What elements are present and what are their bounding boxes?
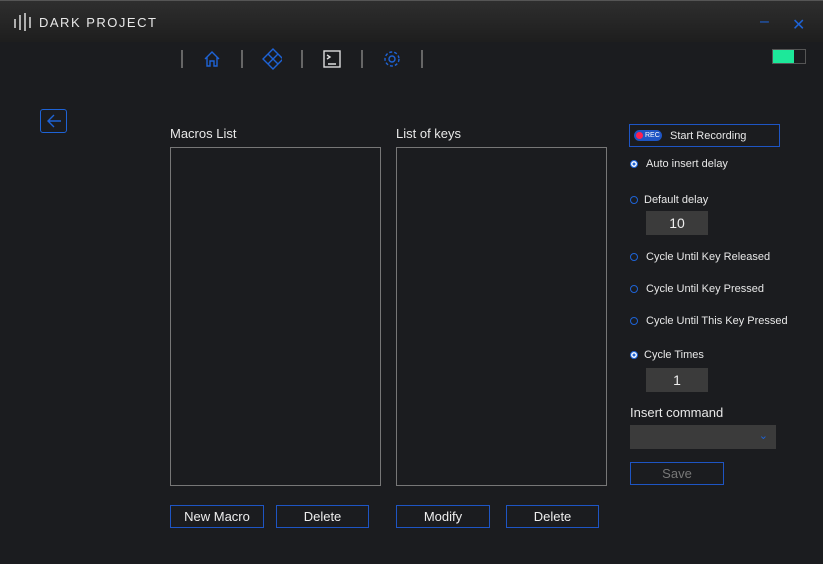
home-icon[interactable]: [202, 49, 222, 69]
start-recording-button[interactable]: REC Start Recording: [629, 124, 780, 147]
keyboard-icon[interactable]: [262, 48, 282, 70]
title-bar: DARK PROJECT – ✕: [0, 0, 823, 42]
battery-indicator: [772, 49, 806, 64]
app-title: DARK PROJECT: [39, 14, 158, 30]
macros-list[interactable]: [170, 147, 381, 486]
radio-default-delay[interactable]: Default delay: [630, 194, 708, 206]
default-delay-input[interactable]: 10: [646, 211, 708, 235]
macros-list-title: Macros List: [170, 126, 237, 141]
keys-list[interactable]: [396, 147, 607, 486]
delete-key-button[interactable]: Delete: [506, 505, 599, 528]
radio-dot: [630, 351, 638, 359]
radio-label: Cycle Until Key Pressed: [646, 283, 764, 295]
keys-list-title: List of keys: [396, 126, 462, 141]
macro-icon[interactable]: [322, 49, 342, 69]
radio-label: Auto insert delay: [646, 158, 728, 170]
radio-cycle-until-released[interactable]: Cycle Until Key Released: [630, 251, 770, 263]
divider: [301, 50, 303, 68]
record-dot-icon: [636, 132, 643, 139]
radio-dot: [630, 253, 638, 261]
arrow-left-icon: [46, 114, 61, 128]
radio-label: Cycle Until Key Released: [646, 251, 771, 263]
delete-macro-button[interactable]: Delete: [276, 505, 369, 528]
divider: [181, 50, 183, 68]
battery-fill: [773, 50, 794, 63]
divider: [361, 50, 363, 68]
radio-label: Default delay: [644, 194, 709, 206]
radio-dot: [630, 285, 638, 293]
logo: DARK PROJECT: [13, 13, 157, 31]
close-button[interactable]: ✕: [792, 15, 805, 35]
modify-key-button[interactable]: Modify: [396, 505, 490, 528]
settings-icon[interactable]: [382, 49, 402, 69]
radio-label: Cycle Times: [644, 349, 704, 361]
rec-badge: REC: [634, 130, 662, 141]
radio-dot: [630, 160, 638, 168]
start-recording-label: Start Recording: [670, 129, 747, 142]
cycle-times-input[interactable]: 1: [646, 368, 708, 392]
radio-dot: [630, 317, 638, 325]
back-button[interactable]: [40, 109, 67, 133]
radio-cycle-until-pressed[interactable]: Cycle Until Key Pressed: [630, 283, 764, 295]
radio-cycle-until-this-pressed[interactable]: Cycle Until This Key Pressed: [630, 315, 788, 327]
top-nav: [176, 48, 442, 70]
chevron-down-icon: ⌄: [758, 430, 768, 442]
save-button[interactable]: Save: [630, 462, 724, 485]
rec-badge-text: REC: [645, 132, 660, 139]
divider: [421, 50, 423, 68]
radio-label: Cycle Until This Key Pressed: [646, 315, 788, 327]
radio-cycle-times[interactable]: Cycle Times: [630, 349, 704, 361]
logo-icon: [14, 13, 31, 31]
minimize-button[interactable]: –: [760, 13, 769, 31]
insert-command-select[interactable]: ⌄: [630, 425, 776, 449]
insert-command-label: Insert command: [630, 405, 724, 420]
radio-auto-insert-delay[interactable]: Auto insert delay: [630, 158, 728, 170]
new-macro-button[interactable]: New Macro: [170, 505, 264, 528]
radio-dot: [630, 196, 638, 204]
divider: [241, 50, 243, 68]
